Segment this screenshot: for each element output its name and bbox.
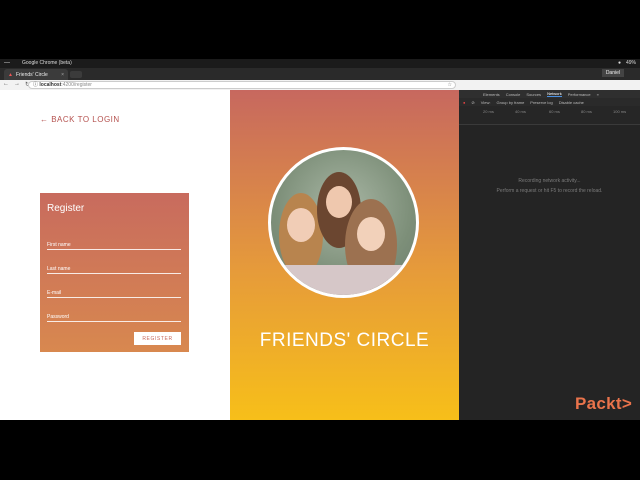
devtools-panel: Elements Console Sources Network Perform… <box>459 90 640 420</box>
system-tray[interactable]: ● 49% <box>618 60 636 66</box>
brand-title: FRIENDS' CIRCLE <box>259 330 430 351</box>
network-toolbar: ● ⊘ View: Group by frame Preserve log Di… <box>459 98 640 106</box>
window-title: Google Chrome (beta) <box>22 60 72 66</box>
timeline-tick: 80 ms <box>581 109 592 114</box>
tab-more[interactable]: » <box>597 92 599 97</box>
disable-cache-checkbox[interactable]: Disable cache <box>559 100 584 105</box>
tab-network[interactable]: Network <box>547 91 562 97</box>
tab-sources[interactable]: Sources <box>526 92 541 97</box>
packt-logo: Packt> <box>575 394 633 413</box>
timeline-tick: 100 ms <box>613 109 627 114</box>
battery-label: 49% <box>625 60 636 66</box>
register-heading: Register <box>47 203 85 214</box>
password-field[interactable]: Password <box>47 314 181 322</box>
forward-arrow-icon[interactable]: → <box>14 81 20 88</box>
activities-menu[interactable]: — <box>4 60 10 66</box>
profile-button[interactable]: Daniel <box>601 69 624 77</box>
info-icon[interactable]: ⓘ <box>33 82 38 88</box>
address-bar[interactable]: ⓘ localhost:4200/register ☆ <box>28 81 456 89</box>
last-name-field[interactable]: Last name <box>47 266 181 274</box>
tab-title: Friends' Circle <box>15 71 48 78</box>
register-button[interactable]: REGISTER <box>134 332 181 345</box>
clear-icon[interactable]: ⊘ <box>471 100 474 105</box>
address-host: localhost <box>39 82 62 88</box>
tab-elements[interactable]: Elements <box>483 92 500 97</box>
email-field[interactable]: E-mail <box>47 290 181 298</box>
user-icon[interactable]: ● <box>618 60 621 66</box>
tab-performance[interactable]: Performance <box>568 92 591 97</box>
browser-toolbar: ← → ↻ ⓘ localhost:4200/register ☆ <box>0 80 640 90</box>
new-tab-button[interactable] <box>70 71 82 78</box>
timeline-tick: 60 ms <box>549 109 560 114</box>
network-empty-title: Recording network activity... <box>518 178 581 184</box>
network-empty-hint: Perform a request or hit F5 to record th… <box>496 188 603 194</box>
browser-tab[interactable]: ▲ Friends' Circle × <box>4 69 68 80</box>
favicon-icon: ▲ <box>8 71 13 78</box>
timeline-tick: 20 ms <box>483 109 494 114</box>
group-by-frame-checkbox[interactable]: Group by frame <box>497 100 525 105</box>
first-name-field[interactable]: First name <box>47 242 181 250</box>
friends-photo-illustration <box>279 172 406 295</box>
back-to-login-link[interactable]: ← BACK TO LOGIN <box>40 115 120 124</box>
tab-console[interactable]: Console <box>506 92 521 97</box>
devtools-tabs: Elements Console Sources Network Perform… <box>459 90 640 98</box>
back-arrow-icon[interactable]: ← <box>3 81 9 88</box>
register-card: Register First name Last name E-mail Pas… <box>40 193 189 352</box>
os-top-bar: — Google Chrome (beta) ● 49% <box>0 59 640 68</box>
network-timeline: 20 ms 40 ms 60 ms 80 ms 100 ms <box>459 106 640 125</box>
view-label: View: <box>480 99 491 105</box>
friends-photo <box>268 147 419 298</box>
address-path: :4200/register <box>61 82 92 88</box>
close-tab-icon[interactable]: × <box>61 72 64 78</box>
timeline-tick: 40 ms <box>515 109 526 114</box>
bookmark-star-icon[interactable]: ☆ <box>448 82 452 88</box>
record-icon[interactable]: ● <box>463 100 465 105</box>
preserve-log-checkbox[interactable]: Preserve log <box>530 100 552 105</box>
tab-strip: ▲ Friends' Circle × Daniel <box>0 68 640 80</box>
